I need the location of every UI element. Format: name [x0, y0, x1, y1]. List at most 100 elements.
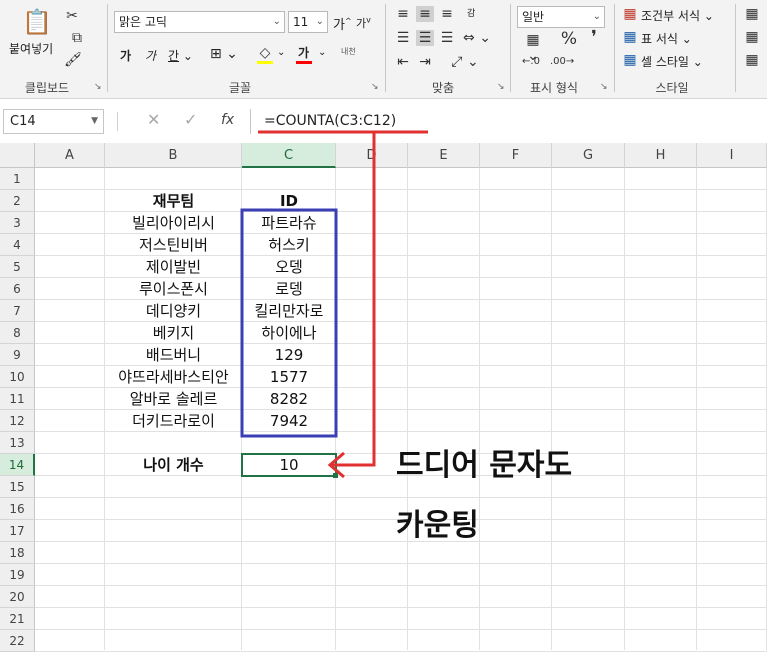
cell-b5[interactable]: 제이발빈 — [105, 256, 242, 278]
cell-b7[interactable]: 데디양키 — [105, 300, 242, 322]
column-header-b[interactable]: B — [105, 143, 242, 168]
row-header-2[interactable]: 2 — [0, 190, 35, 212]
row-header-10[interactable]: 10 — [0, 366, 35, 388]
row-header-1[interactable]: 1 — [0, 168, 35, 190]
font-size-combo[interactable]: 11 ⌄ — [288, 11, 328, 33]
enter-icon[interactable]: ✓ — [184, 110, 197, 129]
row-header-22[interactable]: 22 — [0, 630, 35, 652]
row-header-16[interactable]: 16 — [0, 498, 35, 520]
cell-b10[interactable]: 야뜨라세바스티안 — [105, 366, 242, 388]
row-header-19[interactable]: 19 — [0, 564, 35, 586]
clipboard-launcher-icon[interactable]: ↘ — [94, 82, 102, 92]
name-box[interactable]: C14 ▼ — [3, 109, 104, 134]
column-header-c[interactable]: C — [242, 143, 336, 168]
merge-icon[interactable]: ⇔ ⌄ — [462, 30, 492, 46]
cell-b12[interactable]: 더키드라로이 — [105, 410, 242, 432]
cell-b3[interactable]: 빌리아이리시 — [105, 212, 242, 234]
format-cells-icon[interactable]: ▦ — [744, 52, 760, 68]
cell-c6[interactable]: 로뎅 — [242, 278, 336, 300]
row-header-8[interactable]: 8 — [0, 322, 35, 344]
number-format-combo[interactable]: 일반 ⌄ — [517, 6, 605, 28]
paste-icon[interactable]: 📋 — [22, 8, 52, 36]
alignment-launcher-icon[interactable]: ↘ — [497, 82, 505, 92]
comma-icon[interactable]: ❜ — [585, 29, 603, 47]
insert-cells-icon[interactable]: ▦ — [744, 6, 760, 22]
conditional-format-button[interactable]: 조건부 서식 ⌄ — [641, 7, 714, 24]
number-launcher-icon[interactable]: ↘ — [600, 82, 608, 92]
column-header-g[interactable]: G — [552, 143, 625, 168]
percent-icon[interactable]: % — [560, 31, 578, 48]
select-all-corner[interactable] — [0, 143, 35, 168]
cell-c3[interactable]: 파트라슈 — [242, 212, 336, 234]
cut-icon[interactable]: ✂ — [64, 8, 80, 24]
cell-c7[interactable]: 킬리만자로 — [242, 300, 336, 322]
align-right-icon[interactable]: ☰ — [438, 30, 456, 46]
cell-c2-header[interactable]: ID — [242, 190, 336, 212]
font-launcher-icon[interactable]: ↘ — [371, 82, 379, 92]
row-header-20[interactable]: 20 — [0, 586, 35, 608]
bold-button[interactable]: 가 — [120, 47, 131, 64]
column-header-h[interactable]: H — [625, 143, 697, 168]
cell-b9[interactable]: 배드버니 — [105, 344, 242, 366]
row-header-6[interactable]: 6 — [0, 278, 35, 300]
increase-decimal-icon[interactable]: ←.0 — [520, 54, 542, 70]
cell-styles-button[interactable]: 셀 스타일 ⌄ — [641, 53, 703, 70]
row-header-21[interactable]: 21 — [0, 608, 35, 630]
cell-b6[interactable]: 루이스폰시 — [105, 278, 242, 300]
cell-b14-count-label[interactable]: 나이 개수 — [105, 454, 242, 476]
cell-b8[interactable]: 베키지 — [105, 322, 242, 344]
cell-c12[interactable]: 7942 — [242, 410, 336, 432]
column-header-a[interactable]: A — [35, 143, 105, 168]
row-header-3[interactable]: 3 — [0, 212, 35, 234]
column-header-d[interactable]: D — [336, 143, 408, 168]
cell-c8[interactable]: 하이에나 — [242, 322, 336, 344]
align-center-icon[interactable]: ☰ — [416, 30, 434, 46]
row-header-9[interactable]: 9 — [0, 344, 35, 366]
row-header-4[interactable]: 4 — [0, 234, 35, 256]
column-header-f[interactable]: F — [480, 143, 552, 168]
font-name-combo[interactable]: 맑은 고딕 ⌄ — [114, 11, 285, 33]
cell-b11[interactable]: 알바로 솔레르 — [105, 388, 242, 410]
cell-c9[interactable]: 129 — [242, 344, 336, 366]
cell-c4[interactable]: 허스키 — [242, 234, 336, 256]
row-header-17[interactable]: 17 — [0, 520, 35, 542]
row-header-15[interactable]: 15 — [0, 476, 35, 498]
grow-font-button[interactable]: 가^ — [333, 14, 352, 33]
row-header-5[interactable]: 5 — [0, 256, 35, 278]
row-header-7[interactable]: 7 — [0, 300, 35, 322]
font-color-button[interactable]: 가 — [298, 44, 309, 61]
decrease-decimal-icon[interactable]: .00→ — [550, 54, 574, 70]
wrap-text-button[interactable]: 감 — [467, 6, 475, 19]
font-color-dropdown-icon[interactable]: ⌄ — [318, 47, 326, 58]
cell-c11[interactable]: 8282 — [242, 388, 336, 410]
align-left-icon[interactable]: ☰ — [394, 30, 412, 46]
cell-c14-count-value[interactable]: 10 — [242, 454, 336, 476]
fill-color-icon[interactable]: ◇ — [257, 45, 273, 61]
row-header-12[interactable]: 12 — [0, 410, 35, 432]
cell-c5[interactable]: 오뎅 — [242, 256, 336, 278]
align-top-icon[interactable]: ≡ — [394, 6, 412, 22]
cancel-icon[interactable]: ✕ — [147, 110, 160, 129]
row-header-13[interactable]: 13 — [0, 432, 35, 454]
cell-b2-header[interactable]: 재무팀 — [105, 190, 242, 212]
row-header-18[interactable]: 18 — [0, 542, 35, 564]
shrink-font-button[interactable]: 가v — [356, 15, 371, 31]
cell-b4[interactable]: 저스틴비버 — [105, 234, 242, 256]
align-middle-icon[interactable]: ≡ — [416, 6, 434, 22]
underline-button[interactable]: 간 ⌄ — [168, 47, 193, 64]
border-button[interactable]: ⊞ ⌄ — [210, 46, 238, 62]
column-header-e[interactable]: E — [408, 143, 480, 168]
orientation-icon[interactable]: ⤢ ⌄ — [450, 54, 480, 70]
format-painter-icon[interactable]: 🖌 — [64, 52, 82, 68]
row-header-11[interactable]: 11 — [0, 388, 35, 410]
row-header-14[interactable]: 14 — [0, 454, 35, 476]
fill-dropdown-icon[interactable]: ⌄ — [277, 47, 285, 58]
format-table-button[interactable]: 표 서식 ⌄ — [641, 30, 692, 47]
indent-increase-icon[interactable]: ⇥ — [416, 54, 434, 70]
formula-input[interactable]: =COUNTA(C3:C12) — [250, 109, 767, 134]
delete-cells-icon[interactable]: ▦ — [744, 29, 760, 45]
insert-function-icon[interactable]: fx — [221, 112, 234, 128]
italic-button[interactable]: 가 — [145, 47, 156, 64]
phonetic-button[interactable]: 내천 — [341, 46, 356, 57]
paste-button[interactable]: 붙여넣기 — [9, 40, 53, 57]
